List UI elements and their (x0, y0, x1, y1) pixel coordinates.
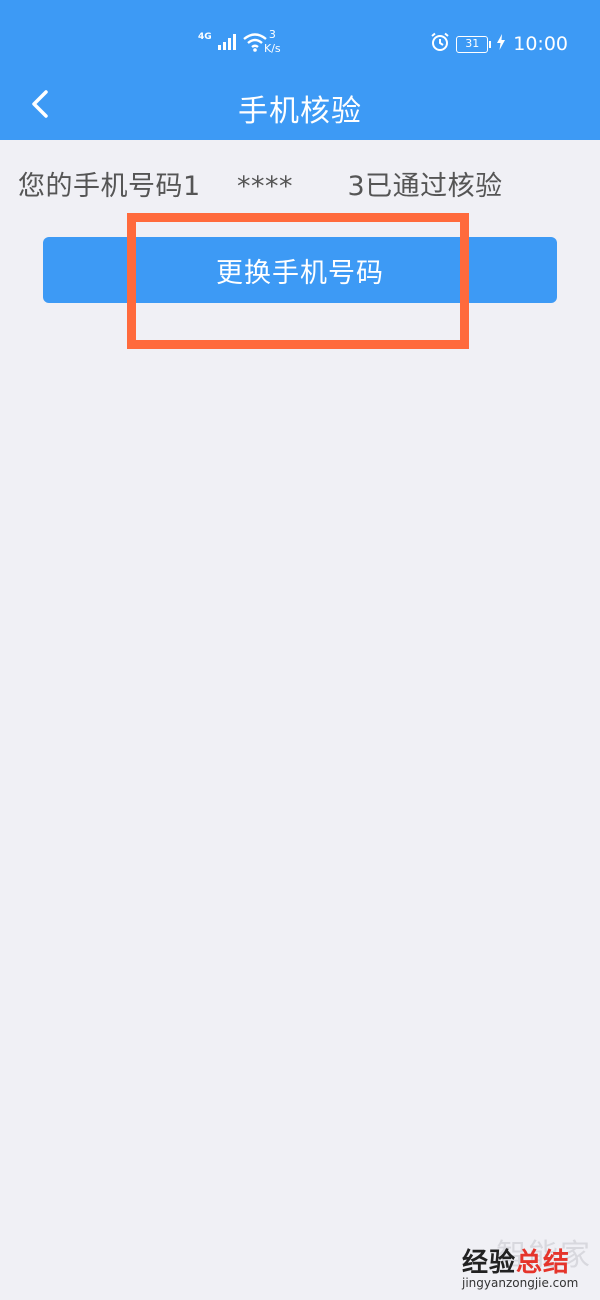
watermark-text-part2: 总结 (516, 1248, 571, 1278)
phone-verified-message: 您的手机号码1 **** 3已通过核验 (18, 171, 503, 202)
watermark-text-part1: 经验 (462, 1248, 517, 1278)
battery-icon: 31 (456, 35, 492, 53)
clock-time: 10:00 (513, 33, 568, 55)
watermark-logo: 经验总结 (462, 1242, 570, 1279)
status-bar: 4G 3 K/s 31 10:00 (0, 0, 600, 80)
network-type-label: 4G (198, 32, 212, 42)
network-indicators: 4G (198, 30, 268, 58)
network-speed: 3 K/s (264, 28, 281, 56)
network-speed-unit: K/s (264, 42, 281, 55)
system-indicators: 31 10:00 (430, 30, 568, 58)
signal-icon (217, 34, 236, 54)
app-header: 4G 3 K/s 31 10:00 手机核验 (0, 0, 600, 140)
alarm-icon (430, 32, 450, 56)
nav-bar: 手机核验 (0, 76, 600, 140)
watermark-url: jingyanzongjie.com (462, 1276, 579, 1290)
page-title: 手机核验 (238, 94, 362, 129)
change-phone-button[interactable]: 更换手机号码 (43, 237, 557, 303)
charging-icon (497, 34, 506, 54)
network-speed-value: 3 (268, 28, 276, 41)
battery-level: 31 (456, 35, 489, 53)
